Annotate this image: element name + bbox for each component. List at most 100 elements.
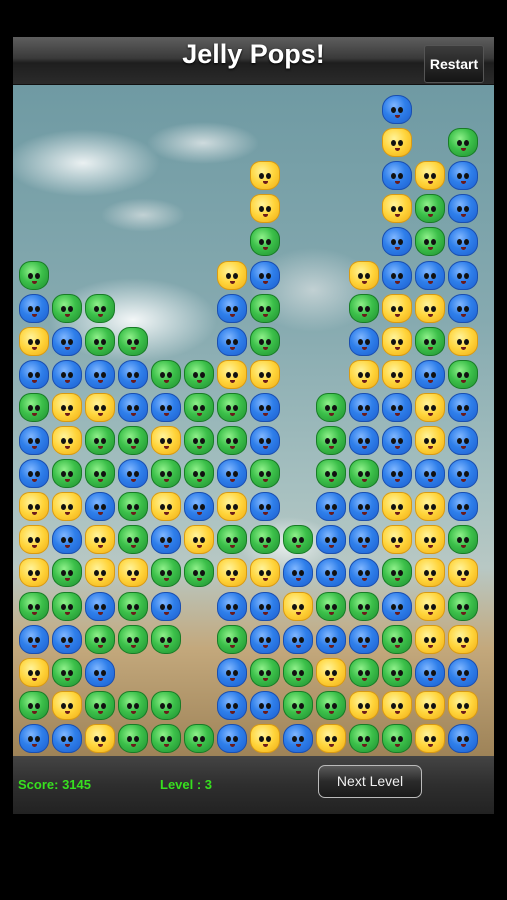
- yellow-jelly[interactable]: [382, 326, 412, 356]
- blue-jelly[interactable]: [85, 492, 115, 522]
- green-jelly[interactable]: [250, 293, 280, 323]
- blue-jelly[interactable]: [382, 459, 412, 489]
- green-jelly[interactable]: [217, 624, 247, 654]
- blue-jelly[interactable]: [415, 657, 445, 687]
- yellow-jelly[interactable]: [448, 690, 478, 720]
- blue-jelly[interactable]: [283, 624, 313, 654]
- blue-jelly[interactable]: [19, 624, 49, 654]
- green-jelly[interactable]: [118, 492, 148, 522]
- blue-jelly[interactable]: [118, 359, 148, 389]
- blue-jelly[interactable]: [217, 591, 247, 621]
- green-jelly[interactable]: [382, 624, 412, 654]
- green-jelly[interactable]: [382, 558, 412, 588]
- green-jelly[interactable]: [52, 591, 82, 621]
- blue-jelly[interactable]: [448, 293, 478, 323]
- blue-jelly[interactable]: [283, 723, 313, 753]
- green-jelly[interactable]: [349, 723, 379, 753]
- yellow-jelly[interactable]: [448, 326, 478, 356]
- yellow-jelly[interactable]: [415, 525, 445, 555]
- yellow-jelly[interactable]: [19, 525, 49, 555]
- yellow-jelly[interactable]: [316, 657, 346, 687]
- blue-jelly[interactable]: [382, 392, 412, 422]
- blue-jelly[interactable]: [118, 392, 148, 422]
- blue-jelly[interactable]: [382, 591, 412, 621]
- green-jelly[interactable]: [217, 426, 247, 455]
- green-jelly[interactable]: [184, 426, 214, 455]
- blue-jelly[interactable]: [52, 723, 82, 753]
- yellow-jelly[interactable]: [415, 690, 445, 720]
- blue-jelly[interactable]: [217, 657, 247, 687]
- green-jelly[interactable]: [250, 525, 280, 555]
- green-jelly[interactable]: [217, 392, 247, 422]
- green-jelly[interactable]: [151, 723, 181, 753]
- blue-jelly[interactable]: [250, 624, 280, 654]
- green-jelly[interactable]: [250, 459, 280, 489]
- yellow-jelly[interactable]: [52, 492, 82, 522]
- blue-jelly[interactable]: [448, 426, 478, 455]
- green-jelly[interactable]: [448, 128, 478, 158]
- green-jelly[interactable]: [217, 525, 247, 555]
- blue-jelly[interactable]: [316, 624, 346, 654]
- yellow-jelly[interactable]: [217, 558, 247, 588]
- green-jelly[interactable]: [151, 624, 181, 654]
- blue-jelly[interactable]: [19, 359, 49, 389]
- green-jelly[interactable]: [52, 293, 82, 323]
- yellow-jelly[interactable]: [19, 657, 49, 687]
- yellow-jelly[interactable]: [415, 624, 445, 654]
- blue-jelly[interactable]: [217, 723, 247, 753]
- green-jelly[interactable]: [184, 359, 214, 389]
- yellow-jelly[interactable]: [415, 161, 445, 191]
- green-jelly[interactable]: [184, 723, 214, 753]
- yellow-jelly[interactable]: [217, 359, 247, 389]
- green-jelly[interactable]: [316, 426, 346, 455]
- yellow-jelly[interactable]: [415, 293, 445, 323]
- yellow-jelly[interactable]: [415, 392, 445, 422]
- yellow-jelly[interactable]: [85, 525, 115, 555]
- green-jelly[interactable]: [250, 657, 280, 687]
- yellow-jelly[interactable]: [19, 326, 49, 356]
- green-jelly[interactable]: [118, 525, 148, 555]
- blue-jelly[interactable]: [316, 558, 346, 588]
- yellow-jelly[interactable]: [217, 492, 247, 522]
- yellow-jelly[interactable]: [184, 525, 214, 555]
- yellow-jelly[interactable]: [415, 492, 445, 522]
- blue-jelly[interactable]: [19, 723, 49, 753]
- green-jelly[interactable]: [118, 326, 148, 356]
- green-jelly[interactable]: [19, 591, 49, 621]
- blue-jelly[interactable]: [349, 492, 379, 522]
- green-jelly[interactable]: [382, 657, 412, 687]
- yellow-jelly[interactable]: [382, 690, 412, 720]
- blue-jelly[interactable]: [19, 426, 49, 455]
- yellow-jelly[interactable]: [382, 359, 412, 389]
- yellow-jelly[interactable]: [118, 558, 148, 588]
- blue-jelly[interactable]: [415, 459, 445, 489]
- green-jelly[interactable]: [349, 591, 379, 621]
- green-jelly[interactable]: [448, 359, 478, 389]
- green-jelly[interactable]: [118, 624, 148, 654]
- blue-jelly[interactable]: [382, 227, 412, 257]
- blue-jelly[interactable]: [349, 558, 379, 588]
- green-jelly[interactable]: [151, 558, 181, 588]
- yellow-jelly[interactable]: [382, 293, 412, 323]
- blue-jelly[interactable]: [415, 260, 445, 290]
- green-jelly[interactable]: [316, 392, 346, 422]
- blue-jelly[interactable]: [250, 591, 280, 621]
- green-jelly[interactable]: [85, 690, 115, 720]
- green-jelly[interactable]: [184, 558, 214, 588]
- yellow-jelly[interactable]: [85, 392, 115, 422]
- blue-jelly[interactable]: [448, 657, 478, 687]
- green-jelly[interactable]: [19, 392, 49, 422]
- yellow-jelly[interactable]: [85, 723, 115, 753]
- green-jelly[interactable]: [316, 690, 346, 720]
- green-jelly[interactable]: [316, 459, 346, 489]
- blue-jelly[interactable]: [448, 392, 478, 422]
- blue-jelly[interactable]: [184, 492, 214, 522]
- yellow-jelly[interactable]: [250, 723, 280, 753]
- blue-jelly[interactable]: [217, 293, 247, 323]
- yellow-jelly[interactable]: [19, 558, 49, 588]
- green-jelly[interactable]: [118, 690, 148, 720]
- yellow-jelly[interactable]: [19, 492, 49, 522]
- green-jelly[interactable]: [415, 326, 445, 356]
- yellow-jelly[interactable]: [448, 558, 478, 588]
- green-jelly[interactable]: [151, 690, 181, 720]
